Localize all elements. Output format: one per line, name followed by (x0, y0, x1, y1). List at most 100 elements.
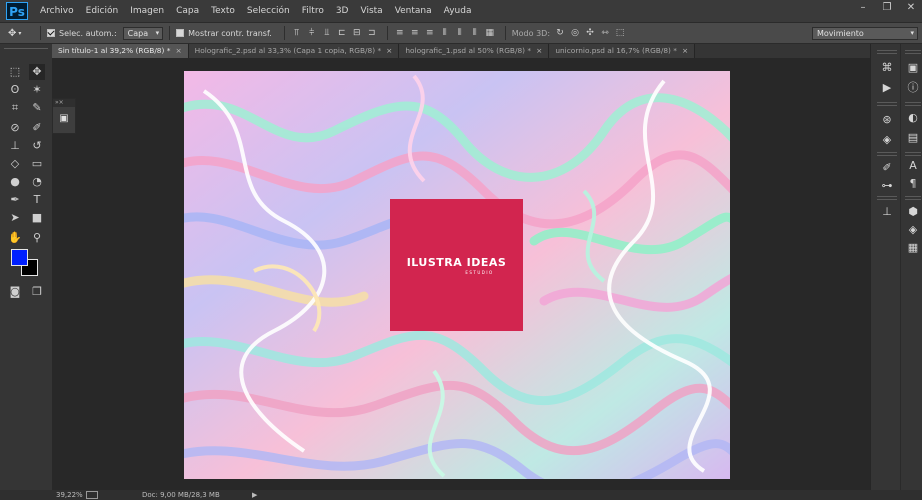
distribute-bottom-icon[interactable]: ≡ (424, 27, 436, 39)
align-bottom-icon[interactable]: ⫫ (321, 27, 333, 39)
menu-imagen[interactable]: Imagen (124, 0, 170, 22)
3d-icon[interactable]: ⬢ (905, 204, 921, 220)
document-canvas[interactable]: ILUSTRA IDEAS ESTUDIO (184, 71, 730, 479)
slide-3d-icon[interactable]: ⇿ (599, 27, 611, 39)
layers-icon[interactable]: ◈ (905, 222, 921, 238)
healing-brush-tool-icon[interactable]: ⊘ (7, 120, 23, 136)
rotate-3d-icon[interactable]: ↻ (554, 27, 566, 39)
paragraph-icon[interactable]: ¶ (905, 176, 921, 192)
close-icon[interactable]: × (386, 46, 392, 55)
zoom-level[interactable]: 39,22% (56, 490, 83, 500)
foreground-color-swatch[interactable] (11, 249, 28, 266)
character-icon[interactable]: A (905, 158, 921, 174)
move-tool-icon[interactable]: ✥ (29, 64, 45, 80)
magic-wand-tool-icon[interactable]: ✶ (29, 82, 45, 98)
align-hcenter-icon[interactable]: ⊟ (351, 27, 363, 39)
panel-grip[interactable] (877, 196, 897, 200)
show-transform-checkbox[interactable] (176, 29, 185, 37)
quick-mask-icon[interactable]: ◙ (7, 284, 23, 300)
auto-select-checkbox[interactable] (47, 29, 55, 37)
distribute-hcenter-icon[interactable]: ⦀ (454, 27, 466, 39)
marquee-tool-icon[interactable]: ⬚ (7, 64, 23, 80)
align-left-icon[interactable]: ⊏ (336, 27, 348, 39)
close-icon[interactable]: × (175, 46, 181, 55)
menu-filtro[interactable]: Filtro (296, 0, 330, 22)
eraser-tool-icon[interactable]: ◇ (7, 156, 23, 172)
close-icon[interactable]: ✕ (904, 2, 918, 13)
drag-3d-icon[interactable]: ✣ (584, 27, 596, 39)
menu-vista[interactable]: Vista (354, 0, 388, 22)
tool-presets-icon[interactable]: ⊥ (879, 204, 895, 220)
roll-3d-icon[interactable]: ◎ (569, 27, 581, 39)
history-brush-tool-icon[interactable]: ↺ (29, 138, 45, 154)
properties-icon[interactable]: ▣ (56, 112, 72, 126)
tab-holografic-2[interactable]: Holografic_2.psd al 33,3% (Capa 1 copia,… (188, 44, 400, 58)
distribute-top-icon[interactable]: ≡ (394, 27, 406, 39)
actions-play-icon[interactable]: ▶ (879, 80, 895, 96)
menu-archivo[interactable]: Archivo (34, 0, 80, 22)
status-menu-arrow-icon[interactable]: ▶ (252, 490, 257, 500)
panel-grip[interactable] (905, 50, 921, 54)
clone-stamp-tool-icon[interactable]: ⊥ (7, 138, 23, 154)
gradient-tool-icon[interactable]: ▭ (29, 156, 45, 172)
mini-panel-header[interactable]: »× (53, 99, 75, 107)
restore-icon[interactable]: ❐ (880, 2, 894, 13)
lasso-tool-icon[interactable]: ʘ (7, 82, 23, 98)
brush-tool-icon[interactable]: ✐ (29, 120, 45, 136)
close-icon[interactable]: × (536, 46, 542, 55)
canvas-workspace[interactable]: ILUSTRA IDEAS ESTUDIO (76, 58, 870, 490)
type-tool-icon[interactable]: T (29, 192, 45, 208)
history-icon[interactable]: ⌘ (879, 60, 895, 76)
align-top-icon[interactable]: ⫪ (291, 27, 303, 39)
menu-ayuda[interactable]: Ayuda (438, 0, 478, 22)
clone-source-icon[interactable]: ⊶ (879, 178, 895, 194)
rectangle-tool-icon[interactable]: ■ (29, 210, 45, 226)
auto-select-target-dropdown[interactable]: Capa (122, 26, 164, 40)
distribute-left-icon[interactable]: ⦀ (439, 27, 451, 39)
path-selection-tool-icon[interactable]: ➤ (7, 210, 23, 226)
screen-mode-icon[interactable]: ❐ (29, 284, 45, 300)
panel-grip[interactable] (877, 102, 897, 106)
tab-sin-titulo-1[interactable]: Sin título-1 al 39,2% (RGB/8) * × (52, 44, 189, 58)
dodge-tool-icon[interactable]: ◔ (29, 174, 45, 190)
panel-grip[interactable] (877, 152, 897, 156)
menu-capa[interactable]: Capa (170, 0, 205, 22)
color-icon[interactable]: ▣ (905, 60, 921, 76)
channels-icon[interactable]: ⊛ (879, 112, 895, 128)
minimize-icon[interactable]: – (856, 2, 870, 13)
auto-align-icon[interactable]: ▦ (484, 27, 496, 39)
menu-edicion[interactable]: Edición (80, 0, 125, 22)
distribute-vcenter-icon[interactable]: ≡ (409, 27, 421, 39)
workspace-dropdown[interactable]: Movimiento (812, 27, 918, 40)
panel-grip[interactable] (905, 102, 921, 106)
pen-tool-icon[interactable]: ✒ (7, 192, 23, 208)
tab-holografic-1[interactable]: holografic_1.psd al 50% (RGB/8) * × (399, 44, 550, 58)
menu-texto[interactable]: Texto (205, 0, 241, 22)
tool-preset-picker[interactable]: ✥ ▾ (8, 25, 34, 41)
adjustments-icon[interactable]: ◐ (905, 110, 921, 126)
eyedropper-tool-icon[interactable]: ✎ (29, 100, 45, 116)
align-vcenter-icon[interactable]: ⫩ (306, 27, 318, 39)
distribute-right-icon[interactable]: ⦀ (469, 27, 481, 39)
close-icon[interactable]: × (682, 46, 688, 55)
zoom-tool-icon[interactable]: ⚲ (29, 230, 45, 246)
blur-tool-icon[interactable]: ● (7, 174, 23, 190)
layer-comps-icon[interactable]: ▦ (905, 240, 921, 256)
hand-tool-icon[interactable]: ✋ (7, 230, 23, 246)
panel-grip[interactable] (905, 152, 921, 156)
crop-tool-icon[interactable]: ⌗ (7, 100, 23, 116)
styles-icon[interactable]: ▤ (905, 130, 921, 146)
panel-grip[interactable] (877, 50, 897, 54)
tab-unicornio[interactable]: unicornio.psd al 16,7% (RGB/8) * × (549, 44, 696, 58)
align-right-icon[interactable]: ⊐ (366, 27, 378, 39)
preview-icon[interactable] (86, 491, 98, 499)
panel-grip[interactable] (905, 196, 921, 200)
menu-seleccion[interactable]: Selección (241, 0, 296, 22)
paths-icon[interactable]: ◈ (879, 132, 895, 148)
panel-grip[interactable] (4, 48, 48, 54)
brush-presets-icon[interactable]: ✐ (879, 160, 895, 176)
scale-3d-icon[interactable]: ⬚ (614, 27, 626, 39)
menu-3d[interactable]: 3D (330, 0, 355, 22)
menu-ventana[interactable]: Ventana (389, 0, 438, 22)
info-icon[interactable]: ⓘ (905, 80, 921, 96)
